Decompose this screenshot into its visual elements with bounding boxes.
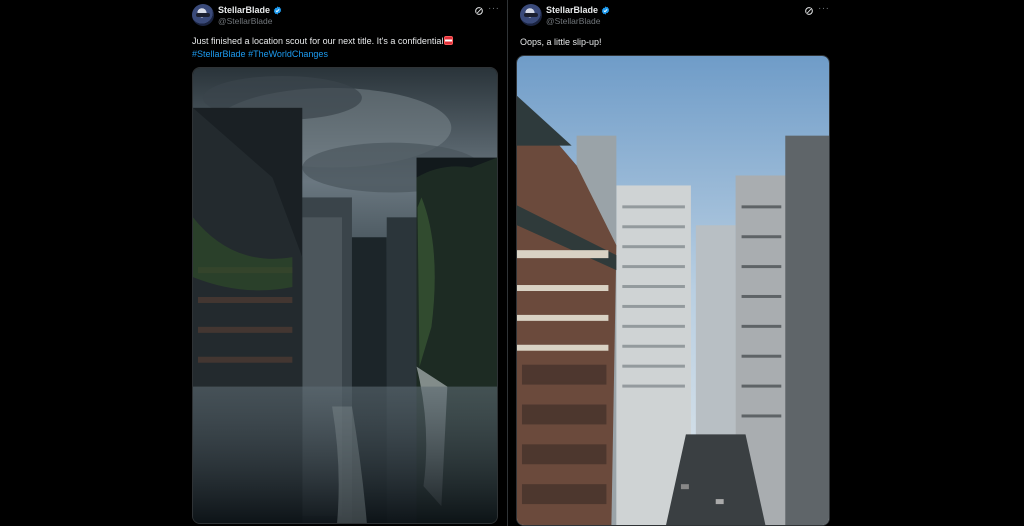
avatar[interactable] [192, 4, 214, 26]
avatar[interactable] [520, 4, 542, 26]
tweet-header: StellarBlade @StellarBlade ··· [180, 0, 506, 34]
ruined-city-illustration [193, 68, 497, 523]
tweet-header: StellarBlade @StellarBlade ··· [508, 0, 838, 34]
tweet-text-line: Oops, a little slip-up! [520, 37, 602, 47]
tweet-text: Just finished a location scout for our n… [192, 35, 454, 61]
tweet-image[interactable] [516, 55, 830, 526]
flag-emoji-icon [444, 36, 454, 45]
hashtag-link[interactable]: #StellarBlade [192, 49, 246, 59]
grok-icon[interactable] [804, 6, 814, 16]
tweet-text-line: Just finished a location scout for our n… [192, 36, 444, 46]
verified-badge-icon [601, 5, 610, 15]
hashtag-link[interactable]: #TheWorldChanges [248, 49, 328, 59]
column-divider [507, 0, 508, 526]
tweet-card[interactable]: StellarBlade @StellarBlade ··· Oops, a l… [508, 0, 838, 526]
author-name-line: StellarBlade [218, 5, 282, 15]
tweet-image[interactable] [192, 67, 498, 524]
tweet-card[interactable]: StellarBlade @StellarBlade ··· Just fini… [180, 0, 506, 524]
author-name-line: StellarBlade [546, 5, 610, 15]
author-handle[interactable]: @StellarBlade [546, 16, 600, 26]
author-display-name[interactable]: StellarBlade [546, 5, 598, 15]
verified-badge-icon [273, 5, 282, 15]
more-icon[interactable]: ··· [818, 3, 830, 14]
grok-icon[interactable] [474, 6, 484, 16]
more-icon[interactable]: ··· [488, 3, 500, 14]
tweet-text: Oops, a little slip-up! [520, 36, 602, 49]
author-handle[interactable]: @StellarBlade [218, 16, 272, 26]
sunny-city-photo [517, 56, 829, 525]
author-display-name[interactable]: StellarBlade [218, 5, 270, 15]
